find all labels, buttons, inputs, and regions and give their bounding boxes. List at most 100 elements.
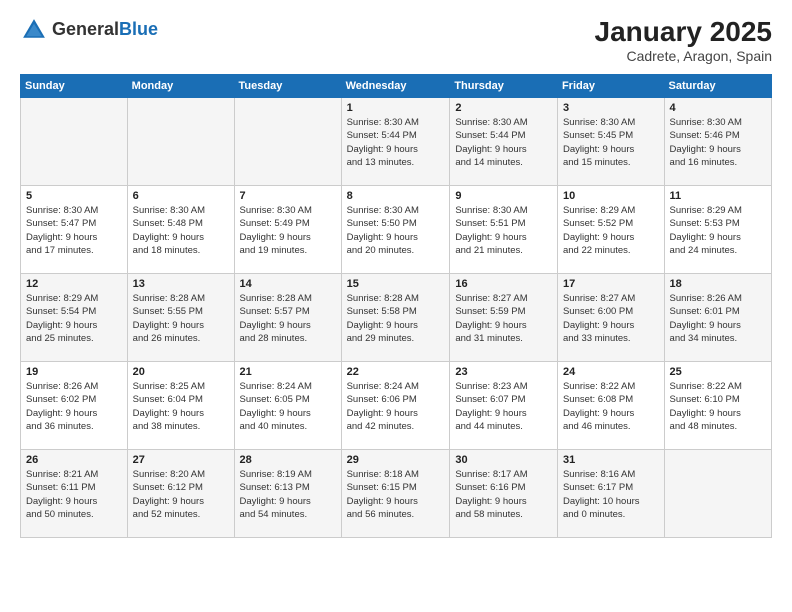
calendar-cell: 18 Sunrise: 8:26 AM Sunset: 6:01 PM Dayli…: [664, 274, 771, 362]
day-number: 25: [670, 366, 766, 378]
day-number: 8: [347, 190, 445, 202]
day-info: Sunrise: 8:30 AM Sunset: 5:47 PM Dayligh…: [26, 204, 122, 257]
day-info: Sunrise: 8:29 AM Sunset: 5:52 PM Dayligh…: [563, 204, 659, 257]
calendar-week-4: 19 Sunrise: 8:26 AM Sunset: 6:02 PM Dayli…: [21, 362, 772, 450]
calendar-cell: 28 Sunrise: 8:19 AM Sunset: 6:13 PM Dayli…: [234, 450, 341, 538]
day-info: Sunrise: 8:17 AM Sunset: 6:16 PM Dayligh…: [455, 468, 552, 521]
calendar-cell: 26 Sunrise: 8:21 AM Sunset: 6:11 PM Dayli…: [21, 450, 128, 538]
weekday-header-tuesday: Tuesday: [234, 75, 341, 98]
day-number: 18: [670, 278, 766, 290]
day-info: Sunrise: 8:30 AM Sunset: 5:45 PM Dayligh…: [563, 116, 659, 169]
day-number: 4: [670, 102, 766, 114]
day-info: Sunrise: 8:30 AM Sunset: 5:44 PM Dayligh…: [347, 116, 445, 169]
day-number: 5: [26, 190, 122, 202]
calendar-cell: 1Sunrise: 8:30 AM Sunset: 5:44 PM Daylig…: [341, 98, 450, 186]
calendar-header: SundayMondayTuesdayWednesdayThursdayFrid…: [21, 75, 772, 98]
calendar-cell: [21, 98, 128, 186]
day-info: Sunrise: 8:22 AM Sunset: 6:10 PM Dayligh…: [670, 380, 766, 433]
day-info: Sunrise: 8:30 AM Sunset: 5:50 PM Dayligh…: [347, 204, 445, 257]
day-number: 7: [240, 190, 336, 202]
day-number: 19: [26, 366, 122, 378]
day-info: Sunrise: 8:19 AM Sunset: 6:13 PM Dayligh…: [240, 468, 336, 521]
day-number: 15: [347, 278, 445, 290]
day-number: 20: [133, 366, 229, 378]
day-number: 10: [563, 190, 659, 202]
calendar-week-3: 12 Sunrise: 8:29 AM Sunset: 5:54 PM Dayli…: [21, 274, 772, 362]
calendar-table: SundayMondayTuesdayWednesdayThursdayFrid…: [20, 74, 772, 538]
calendar-cell: 6Sunrise: 8:30 AM Sunset: 5:48 PM Daylig…: [127, 186, 234, 274]
day-info: Sunrise: 8:26 AM Sunset: 6:01 PM Dayligh…: [670, 292, 766, 345]
subtitle: Cadrete, Aragon, Spain: [595, 48, 772, 64]
day-number: 29: [347, 454, 445, 466]
day-info: Sunrise: 8:26 AM Sunset: 6:02 PM Dayligh…: [26, 380, 122, 433]
calendar-cell: 14 Sunrise: 8:28 AM Sunset: 5:57 PM Dayli…: [234, 274, 341, 362]
weekday-row: SundayMondayTuesdayWednesdayThursdayFrid…: [21, 75, 772, 98]
logo-icon: [20, 16, 48, 44]
calendar-cell: 21 Sunrise: 8:24 AM Sunset: 6:05 PM Dayli…: [234, 362, 341, 450]
day-info: Sunrise: 8:28 AM Sunset: 5:55 PM Dayligh…: [133, 292, 229, 345]
calendar-cell: [664, 450, 771, 538]
day-number: 30: [455, 454, 552, 466]
calendar-cell: 9 Sunrise: 8:30 AM Sunset: 5:51 PM Daylig…: [450, 186, 558, 274]
calendar-cell: 16 Sunrise: 8:27 AM Sunset: 5:59 PM Dayli…: [450, 274, 558, 362]
month-title: January 2025: [595, 16, 772, 48]
day-info: Sunrise: 8:24 AM Sunset: 6:05 PM Dayligh…: [240, 380, 336, 433]
day-info: Sunrise: 8:28 AM Sunset: 5:58 PM Dayligh…: [347, 292, 445, 345]
day-number: 26: [26, 454, 122, 466]
weekday-header-saturday: Saturday: [664, 75, 771, 98]
day-info: Sunrise: 8:30 AM Sunset: 5:49 PM Dayligh…: [240, 204, 336, 257]
calendar-week-2: 5 Sunrise: 8:30 AM Sunset: 5:47 PM Daylig…: [21, 186, 772, 274]
calendar-cell: 20Sunrise: 8:25 AM Sunset: 6:04 PM Dayli…: [127, 362, 234, 450]
day-info: Sunrise: 8:20 AM Sunset: 6:12 PM Dayligh…: [133, 468, 229, 521]
day-info: Sunrise: 8:16 AM Sunset: 6:17 PM Dayligh…: [563, 468, 659, 521]
calendar-cell: 11Sunrise: 8:29 AM Sunset: 5:53 PM Dayli…: [664, 186, 771, 274]
page: GeneralBlue January 2025 Cadrete, Aragon…: [0, 0, 792, 612]
calendar-cell: 29Sunrise: 8:18 AM Sunset: 6:15 PM Dayli…: [341, 450, 450, 538]
header: GeneralBlue January 2025 Cadrete, Aragon…: [20, 16, 772, 64]
calendar-body: 1Sunrise: 8:30 AM Sunset: 5:44 PM Daylig…: [21, 98, 772, 538]
weekday-header-friday: Friday: [557, 75, 664, 98]
day-number: 9: [455, 190, 552, 202]
day-number: 13: [133, 278, 229, 290]
weekday-header-wednesday: Wednesday: [341, 75, 450, 98]
day-number: 21: [240, 366, 336, 378]
weekday-header-monday: Monday: [127, 75, 234, 98]
calendar-cell: 2Sunrise: 8:30 AM Sunset: 5:44 PM Daylig…: [450, 98, 558, 186]
day-info: Sunrise: 8:24 AM Sunset: 6:06 PM Dayligh…: [347, 380, 445, 433]
day-info: Sunrise: 8:29 AM Sunset: 5:54 PM Dayligh…: [26, 292, 122, 345]
calendar-week-5: 26 Sunrise: 8:21 AM Sunset: 6:11 PM Dayli…: [21, 450, 772, 538]
calendar-cell: 17Sunrise: 8:27 AM Sunset: 6:00 PM Dayli…: [557, 274, 664, 362]
day-info: Sunrise: 8:27 AM Sunset: 5:59 PM Dayligh…: [455, 292, 552, 345]
logo: GeneralBlue: [20, 16, 158, 44]
day-number: 22: [347, 366, 445, 378]
title-block: January 2025 Cadrete, Aragon, Spain: [595, 16, 772, 64]
day-number: 12: [26, 278, 122, 290]
day-number: 6: [133, 190, 229, 202]
day-info: Sunrise: 8:27 AM Sunset: 6:00 PM Dayligh…: [563, 292, 659, 345]
logo-general: General: [52, 19, 119, 39]
day-number: 16: [455, 278, 552, 290]
calendar-cell: 22 Sunrise: 8:24 AM Sunset: 6:06 PM Dayli…: [341, 362, 450, 450]
day-info: Sunrise: 8:23 AM Sunset: 6:07 PM Dayligh…: [455, 380, 552, 433]
day-number: 28: [240, 454, 336, 466]
calendar-cell: 7 Sunrise: 8:30 AM Sunset: 5:49 PM Daylig…: [234, 186, 341, 274]
calendar-cell: 8 Sunrise: 8:30 AM Sunset: 5:50 PM Daylig…: [341, 186, 450, 274]
calendar-cell: 23Sunrise: 8:23 AM Sunset: 6:07 PM Dayli…: [450, 362, 558, 450]
calendar-cell: 12 Sunrise: 8:29 AM Sunset: 5:54 PM Dayli…: [21, 274, 128, 362]
calendar-cell: [234, 98, 341, 186]
day-info: Sunrise: 8:30 AM Sunset: 5:51 PM Dayligh…: [455, 204, 552, 257]
day-number: 14: [240, 278, 336, 290]
day-info: Sunrise: 8:30 AM Sunset: 5:46 PM Dayligh…: [670, 116, 766, 169]
calendar-cell: 5 Sunrise: 8:30 AM Sunset: 5:47 PM Daylig…: [21, 186, 128, 274]
day-number: 27: [133, 454, 229, 466]
day-info: Sunrise: 8:29 AM Sunset: 5:53 PM Dayligh…: [670, 204, 766, 257]
calendar-cell: 4 Sunrise: 8:30 AM Sunset: 5:46 PM Daylig…: [664, 98, 771, 186]
calendar-cell: 19 Sunrise: 8:26 AM Sunset: 6:02 PM Dayli…: [21, 362, 128, 450]
calendar-cell: 10 Sunrise: 8:29 AM Sunset: 5:52 PM Dayli…: [557, 186, 664, 274]
day-info: Sunrise: 8:28 AM Sunset: 5:57 PM Dayligh…: [240, 292, 336, 345]
day-number: 31: [563, 454, 659, 466]
weekday-header-sunday: Sunday: [21, 75, 128, 98]
calendar-cell: 30 Sunrise: 8:17 AM Sunset: 6:16 PM Dayli…: [450, 450, 558, 538]
day-info: Sunrise: 8:21 AM Sunset: 6:11 PM Dayligh…: [26, 468, 122, 521]
calendar-cell: 25 Sunrise: 8:22 AM Sunset: 6:10 PM Dayli…: [664, 362, 771, 450]
